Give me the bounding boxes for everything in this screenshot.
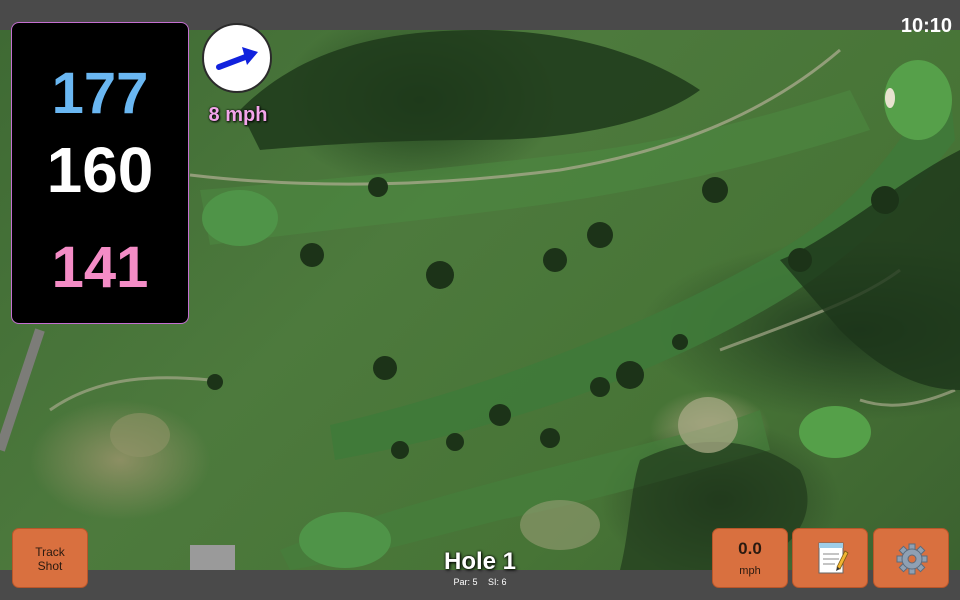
wind-indicator (202, 23, 272, 93)
hole-title: Hole 1 (443, 548, 517, 575)
gear-icon (896, 543, 928, 575)
speed-unit: mph (739, 565, 761, 577)
notes-button[interactable] (792, 528, 868, 588)
wind-arrow-icon (216, 47, 258, 70)
yardage-panel: 177 160 141 (11, 22, 189, 324)
speed-button[interactable]: 0.0 mph (712, 528, 788, 588)
track-shot-label: Track Shot (35, 545, 65, 573)
settings-button[interactable] (873, 528, 949, 588)
hole-info: Par: 5 SI: 6 (380, 577, 580, 587)
hole-stroke-index: SI: 6 (488, 577, 507, 587)
front-yardage: 141 (51, 235, 149, 300)
middle-yardage: 160 (46, 134, 154, 206)
track-shot-button[interactable]: Track Shot (12, 528, 88, 588)
speed-value: 0.0 (738, 539, 762, 558)
wind-speed: 8 mph (208, 104, 268, 126)
notepad-icon (818, 542, 849, 574)
hole-par: Par: 5 (453, 577, 478, 587)
clock: 10:10 (900, 15, 952, 37)
back-yardage: 177 (51, 61, 149, 126)
